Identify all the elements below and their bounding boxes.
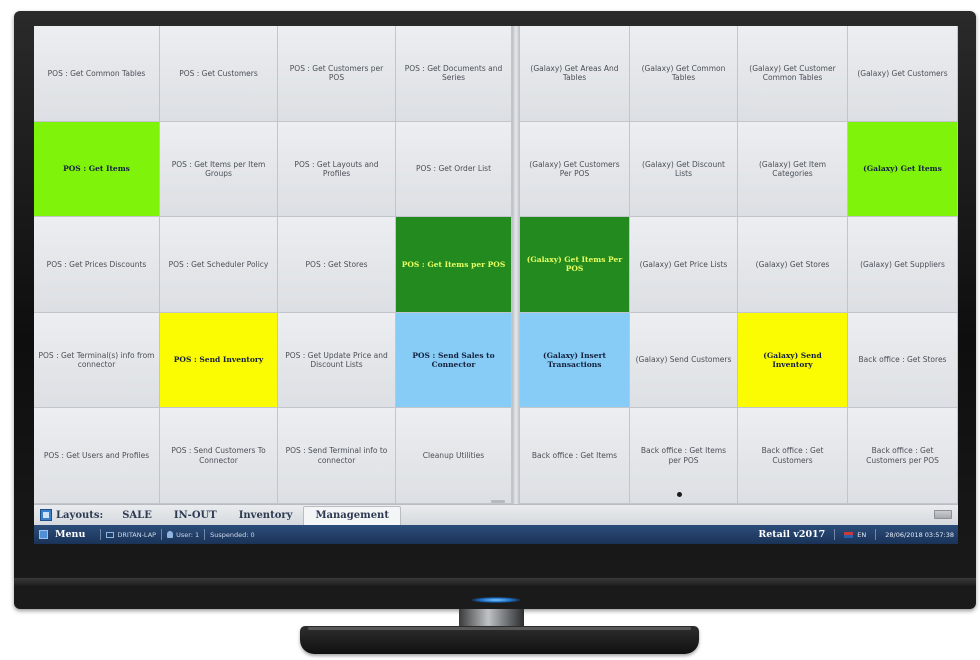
tile-button[interactable]: POS : Get Items per POS (396, 217, 512, 313)
tile-button[interactable]: POS : Get Users and Profiles (34, 408, 160, 504)
tile-button[interactable]: Back office : Get Customers per POS (848, 408, 958, 504)
tile-button[interactable]: (Galaxy) Get Price Lists (630, 217, 738, 313)
tile-button[interactable]: POS : Get Customers per POS (278, 26, 396, 122)
tile-button[interactable]: POS : Get Update Price and Discount List… (278, 312, 396, 409)
tile-button[interactable]: Back office : Get Items (520, 408, 630, 504)
separator (100, 529, 102, 540)
computer-info: DRITAN-LAP (106, 531, 156, 539)
tile-button[interactable]: POS : Get Common Tables (34, 26, 160, 122)
status-bar: Menu DRITAN-LAP User: 1 Suspended: 0 Ret… (34, 525, 958, 544)
app-name: Retail v2017 (758, 529, 826, 540)
separator (834, 529, 836, 540)
tile-button[interactable]: POS : Send Terminal info to connector (278, 408, 396, 504)
tile-button[interactable]: (Galaxy) Get Discount Lists (630, 121, 738, 218)
tile-button[interactable]: POS : Send Customers To Connector (160, 408, 278, 504)
tile-button[interactable]: (Galaxy) Send Customers (630, 312, 738, 409)
tile-button[interactable]: (Galaxy) Get Areas And Tables (520, 26, 630, 122)
layouts-icon (40, 509, 52, 521)
language-code[interactable]: EN (857, 531, 866, 539)
tile-grid-left: POS : Get Common Tables POS : Get Custome… (34, 26, 512, 504)
tile-button[interactable]: POS : Get Documents and Series (396, 26, 512, 122)
pos-screen: POS : Get Common Tables POS : Get Custome… (34, 26, 958, 544)
tile-button[interactable]: (Galaxy) Get Items (848, 121, 958, 218)
language-flag-icon[interactable] (844, 531, 854, 538)
monitor-bottom-strip (14, 578, 976, 586)
tile-button[interactable]: POS : Get Customers (160, 26, 278, 122)
user-info: User: 1 (167, 531, 199, 539)
tile-button[interactable]: Back office : Get Customers (738, 408, 848, 504)
tile-button[interactable]: POS : Send Inventory (160, 312, 278, 409)
tile-button[interactable]: POS : Get Stores (278, 217, 396, 313)
separator (161, 529, 163, 540)
tile-button[interactable]: (Galaxy) Get Suppliers (848, 217, 958, 313)
page-indicator-dot[interactable] (677, 492, 682, 497)
tab-in-out[interactable]: IN-OUT (163, 507, 228, 525)
tile-button[interactable]: (Galaxy) Send Inventory (738, 312, 848, 409)
separator (875, 529, 877, 540)
tile-button[interactable]: (Galaxy) Get Item Categories (738, 121, 848, 218)
computer-name: DRITAN-LAP (117, 530, 157, 539)
tile-button[interactable]: (Galaxy) Insert Transactions (520, 312, 630, 409)
collapse-button[interactable] (934, 510, 952, 519)
tab-management[interactable]: Management (303, 506, 401, 525)
tile-button[interactable]: POS : Send Sales to Connector (396, 312, 512, 409)
page-divider (512, 26, 520, 504)
monitor-stand-base (300, 626, 699, 654)
user-icon (167, 531, 174, 538)
separator (204, 529, 206, 540)
tile-button[interactable]: (Galaxy) Get Stores (738, 217, 848, 313)
layouts-label: Layouts: (56, 510, 104, 521)
monitor-stand-rim (308, 627, 691, 630)
tile-button[interactable]: POS : Get Items (34, 121, 160, 218)
menu-button[interactable]: Menu (55, 529, 85, 540)
tile-button[interactable]: POS : Get Prices Discounts (34, 217, 160, 313)
tile-button[interactable]: Back office : Get Items per POS (630, 408, 738, 504)
tab-sale[interactable]: SALE (111, 507, 163, 525)
tile-button[interactable]: (Galaxy) Get Items Per POS (520, 217, 630, 313)
tile-button[interactable]: (Galaxy) Get Customer Common Tables (738, 26, 848, 122)
status-right: Retail v2017 EN 28/06/2018 03:57:38 (758, 529, 958, 540)
tile-button[interactable]: (Galaxy) Get Customers (848, 26, 958, 122)
datetime: 28/06/2018 03:57:38 (885, 530, 954, 539)
user-count: User: 1 (176, 530, 200, 539)
tile-button[interactable]: Back office : Get Stores (848, 312, 958, 409)
power-led-icon (471, 597, 521, 603)
scroll-handle[interactable] (491, 500, 505, 503)
tile-button[interactable]: (Galaxy) Get Common Tables (630, 26, 738, 122)
tile-button[interactable]: Cleanup Utilities (396, 408, 512, 504)
tile-button[interactable]: POS : Get Items per Item Groups (160, 121, 278, 218)
tile-button[interactable]: POS : Get Scheduler Policy (160, 217, 278, 313)
computer-icon (106, 531, 115, 538)
tile-button[interactable]: POS : Get Order List (396, 121, 512, 218)
suspended-count: Suspended: 0 (210, 530, 255, 539)
tile-button[interactable]: POS : Get Layouts and Profiles (278, 121, 396, 218)
menu-icon[interactable] (39, 530, 48, 539)
tab-inventory[interactable]: Inventory (228, 507, 304, 525)
tile-button[interactable]: POS : Get Terminal(s) info from connecto… (34, 312, 160, 409)
tile-grid-right: (Galaxy) Get Areas And Tables (Galaxy) Ge… (520, 26, 958, 504)
layouts-bar: Layouts: SALE IN-OUT Inventory Managemen… (34, 504, 958, 525)
tile-button[interactable]: (Galaxy) Get Customers Per POS (520, 121, 630, 218)
